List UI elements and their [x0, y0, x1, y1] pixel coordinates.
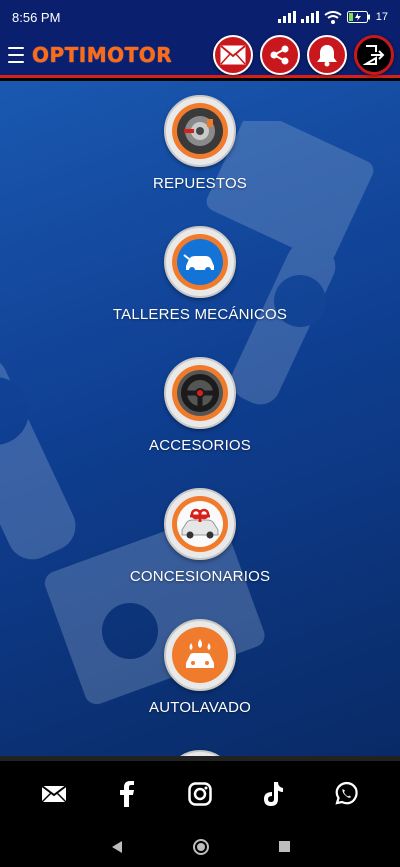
share-button[interactable] — [260, 34, 300, 75]
bell-icon — [317, 44, 337, 66]
signal-icon — [300, 11, 319, 23]
app-bar: OPTIMOTOR — [0, 34, 400, 78]
social-email-button[interactable] — [39, 779, 69, 809]
facebook-icon — [120, 780, 135, 807]
wifi-icon — [324, 10, 342, 24]
share-icon — [270, 45, 289, 64]
category-icon-badge — [163, 226, 236, 298]
tiktok-icon — [263, 781, 283, 806]
menu-item-label: REPUESTOS — [152, 175, 248, 192]
category-menu: REPUESTOS TALLERES MECÁNICOS ACCESORIOS — [0, 81, 400, 756]
social-tiktok-button[interactable] — [258, 779, 288, 809]
menu-item-talleres[interactable]: TALLERES MECÁNICOS — [113, 226, 287, 357]
logout-button[interactable] — [354, 34, 394, 75]
home-icon[interactable] — [192, 838, 210, 856]
logout-icon — [363, 44, 385, 65]
menu-item-label: AUTOLAVADO — [148, 699, 252, 716]
menu-item-concesionarios[interactable]: CONCESIONARIOS — [130, 488, 270, 619]
category-icon-badge — [164, 95, 236, 167]
menu-item-repuestos[interactable]: REPUESTOS — [153, 95, 247, 226]
gift-car-icon — [181, 508, 219, 539]
app-logo: OPTIMOTOR — [32, 42, 173, 67]
mail-button[interactable] — [213, 34, 253, 75]
instagram-icon — [188, 781, 212, 806]
main-content[interactable]: REPUESTOS TALLERES MECÁNICOS ACCESORIOS — [0, 81, 400, 756]
social-facebook-button[interactable] — [112, 779, 142, 809]
notifications-button[interactable] — [307, 34, 347, 75]
social-instagram-button[interactable] — [185, 779, 215, 809]
header-actions — [213, 34, 394, 75]
steering-wheel-icon — [181, 374, 219, 412]
status-bar: 8:56 PM 17 — [0, 0, 400, 34]
system-nav-bar — [0, 826, 400, 867]
social-bar — [0, 756, 400, 826]
car-repair-icon — [183, 254, 214, 273]
envelope-icon — [41, 784, 67, 803]
menu-item-accesorios[interactable]: ACCESORIOS — [149, 357, 251, 488]
menu-item-label: TALLERES MECÁNICOS — [112, 306, 288, 323]
envelope-icon — [220, 44, 246, 65]
battery-icon — [346, 11, 370, 23]
back-icon[interactable] — [110, 840, 124, 854]
social-whatsapp-button[interactable] — [331, 779, 361, 809]
parts-icon — [184, 116, 215, 146]
menu-item-autolavado[interactable]: AUTOLAVADO — [149, 619, 251, 750]
status-icons: 17 — [277, 10, 388, 24]
recents-icon[interactable] — [278, 840, 291, 853]
menu-item-label: CONCESIONARIOS — [129, 568, 271, 585]
menu-item-label: ACCESORIOS — [148, 437, 252, 454]
whatsapp-icon — [334, 781, 358, 804]
category-icon-badge — [164, 619, 236, 691]
hamburger-menu-icon[interactable] — [6, 45, 26, 65]
category-icon-badge — [164, 357, 236, 429]
signal-icon — [277, 11, 296, 23]
car-wash-icon — [186, 639, 214, 668]
battery-percent: 17 — [375, 11, 388, 23]
category-icon-badge — [163, 488, 236, 560]
status-time: 8:56 PM — [12, 9, 61, 25]
